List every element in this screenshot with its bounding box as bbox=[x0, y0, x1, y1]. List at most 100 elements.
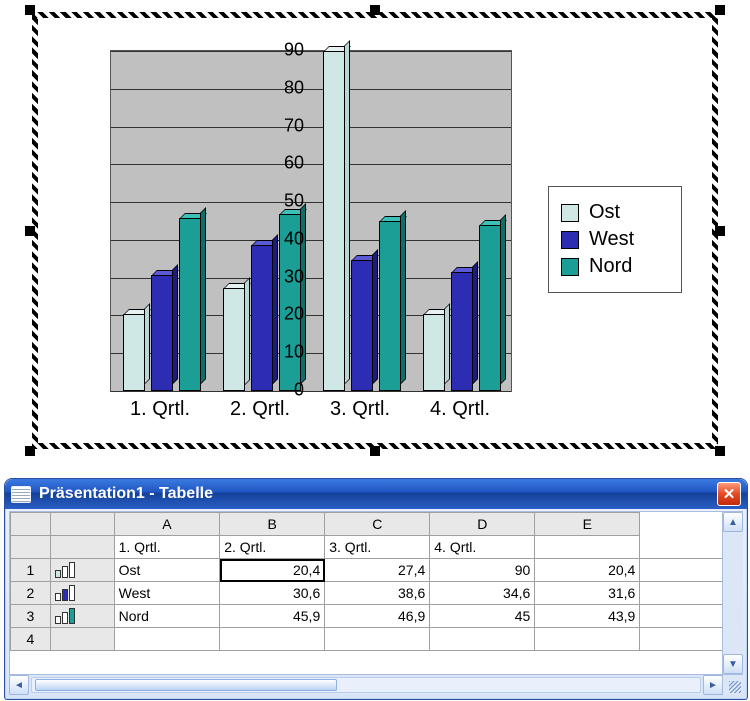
data-cell[interactable] bbox=[325, 628, 430, 651]
data-cell[interactable]: 46,9 bbox=[325, 605, 430, 628]
column-header[interactable]: C bbox=[325, 513, 430, 536]
corner-cell[interactable] bbox=[11, 513, 51, 536]
close-button[interactable]: ✕ bbox=[717, 482, 741, 506]
y-axis-tick: 80 bbox=[264, 77, 304, 98]
chart-legend: Ost West Nord bbox=[548, 186, 682, 293]
series-mini-chart-icon bbox=[55, 610, 75, 624]
series-label-cell[interactable]: Ost bbox=[114, 559, 220, 582]
resize-handle-ne[interactable] bbox=[715, 5, 725, 15]
column-header[interactable]: E bbox=[535, 513, 640, 536]
column-header[interactable]: D bbox=[430, 513, 535, 536]
series-icon-cell[interactable] bbox=[50, 605, 114, 628]
data-cell[interactable]: 45,9 bbox=[220, 605, 325, 628]
row-header[interactable] bbox=[11, 536, 51, 559]
legend-item-nord: Nord bbox=[561, 255, 671, 278]
column-header[interactable]: B bbox=[220, 513, 325, 536]
series-label-cell[interactable]: Nord bbox=[114, 605, 220, 628]
y-axis-tick: 70 bbox=[264, 115, 304, 136]
chart-object[interactable]: Ost West Nord 01020304050607080901. Qrtl… bbox=[28, 8, 722, 453]
data-cell[interactable] bbox=[220, 628, 325, 651]
resize-handle-n[interactable] bbox=[370, 5, 380, 15]
resize-handle-nw[interactable] bbox=[25, 5, 35, 15]
category-cell[interactable]: 2. Qrtl. bbox=[220, 536, 325, 559]
data-cell[interactable]: 27,4 bbox=[325, 559, 430, 582]
series-icon-cell[interactable] bbox=[50, 582, 114, 605]
resize-handle-s[interactable] bbox=[370, 446, 380, 456]
resize-grip[interactable] bbox=[722, 674, 743, 695]
bar-nord bbox=[179, 218, 201, 391]
resize-handle-e[interactable] bbox=[715, 226, 725, 236]
grid-line bbox=[111, 164, 511, 165]
bar-west bbox=[351, 260, 373, 391]
y-axis-tick: 10 bbox=[264, 342, 304, 363]
legend-swatch-nord bbox=[561, 258, 579, 276]
y-axis-tick: 20 bbox=[264, 304, 304, 325]
horizontal-scrollbar[interactable]: ◄ ► bbox=[9, 674, 723, 695]
datasheet-window[interactable]: Präsentation1 - Tabelle ✕ ABCDE1. Qrtl.2… bbox=[4, 478, 748, 700]
legend-label: Ost bbox=[589, 201, 620, 224]
series-mini-chart-icon bbox=[55, 564, 75, 578]
data-cell[interactable]: 45 bbox=[430, 605, 535, 628]
bar-nord bbox=[379, 221, 401, 391]
data-cell[interactable]: 30,6 bbox=[220, 582, 325, 605]
vertical-scrollbar[interactable]: ▲ ▼ bbox=[722, 512, 743, 675]
data-cell[interactable]: 90 bbox=[430, 559, 535, 582]
bar-ost bbox=[223, 288, 245, 392]
scroll-down-button[interactable]: ▼ bbox=[723, 654, 743, 674]
grid-line bbox=[111, 127, 511, 128]
grid-line bbox=[111, 89, 511, 90]
y-axis-tick: 50 bbox=[264, 191, 304, 212]
data-cell[interactable] bbox=[535, 628, 640, 651]
legend-label: Nord bbox=[589, 255, 632, 278]
x-axis-tick: 3. Qrtl. bbox=[310, 398, 410, 421]
scroll-track[interactable] bbox=[31, 677, 701, 693]
y-axis-tick: 60 bbox=[264, 153, 304, 174]
row-header[interactable]: 1 bbox=[11, 559, 51, 582]
series-icon-cell[interactable] bbox=[50, 559, 114, 582]
titlebar[interactable]: Präsentation1 - Tabelle ✕ bbox=[5, 479, 747, 509]
row-header[interactable]: 4 bbox=[11, 628, 51, 651]
row-header[interactable]: 2 bbox=[11, 582, 51, 605]
scroll-left-button[interactable]: ◄ bbox=[9, 675, 29, 695]
scroll-thumb[interactable] bbox=[35, 679, 337, 691]
data-cell[interactable]: 43,9 bbox=[535, 605, 640, 628]
category-cell[interactable]: 3. Qrtl. bbox=[325, 536, 430, 559]
y-axis-tick: 30 bbox=[264, 266, 304, 287]
close-icon: ✕ bbox=[723, 485, 736, 503]
x-axis-tick: 2. Qrtl. bbox=[210, 398, 310, 421]
datasheet-icon bbox=[11, 486, 31, 503]
bar-west bbox=[151, 275, 173, 391]
resize-handle-w[interactable] bbox=[25, 226, 35, 236]
data-cell[interactable]: 31,6 bbox=[535, 582, 640, 605]
y-axis-tick: 40 bbox=[264, 228, 304, 249]
bar-ost bbox=[423, 314, 445, 391]
legend-swatch-ost bbox=[561, 204, 579, 222]
category-cell[interactable]: 1. Qrtl. bbox=[114, 536, 220, 559]
row-header[interactable]: 3 bbox=[11, 605, 51, 628]
series-icon-header[interactable] bbox=[50, 513, 114, 536]
column-header[interactable]: A bbox=[114, 513, 220, 536]
series-icon-cell[interactable] bbox=[50, 536, 114, 559]
resize-handle-se[interactable] bbox=[715, 446, 725, 456]
series-label-cell[interactable] bbox=[114, 628, 220, 651]
data-cell[interactable]: 38,6 bbox=[325, 582, 430, 605]
data-cell[interactable]: 20,4 bbox=[535, 559, 640, 582]
category-cell[interactable] bbox=[535, 536, 640, 559]
bar-ost bbox=[123, 314, 145, 391]
resize-handle-sw[interactable] bbox=[25, 446, 35, 456]
x-axis-tick: 4. Qrtl. bbox=[410, 398, 510, 421]
data-cell[interactable]: 34,6 bbox=[430, 582, 535, 605]
scroll-up-button[interactable]: ▲ bbox=[723, 512, 743, 532]
category-cell[interactable]: 4. Qrtl. bbox=[430, 536, 535, 559]
data-cell[interactable] bbox=[430, 628, 535, 651]
series-label-cell[interactable]: West bbox=[114, 582, 220, 605]
scroll-right-button[interactable]: ► bbox=[703, 675, 723, 695]
chart-canvas: Ost West Nord 01020304050607080901. Qrtl… bbox=[38, 18, 712, 443]
series-icon-cell[interactable] bbox=[50, 628, 114, 651]
data-cell[interactable]: 20,4 bbox=[220, 559, 325, 582]
datasheet-grid[interactable]: ABCDE 1. Qrtl.2. Qrtl.3. Qrtl.4. Qrtl. 1 Os… bbox=[9, 511, 743, 675]
y-axis-tick: 90 bbox=[264, 40, 304, 61]
legend-label: West bbox=[589, 228, 634, 251]
grid-line bbox=[111, 51, 511, 52]
window-title: Präsentation1 - Tabelle bbox=[39, 485, 213, 503]
